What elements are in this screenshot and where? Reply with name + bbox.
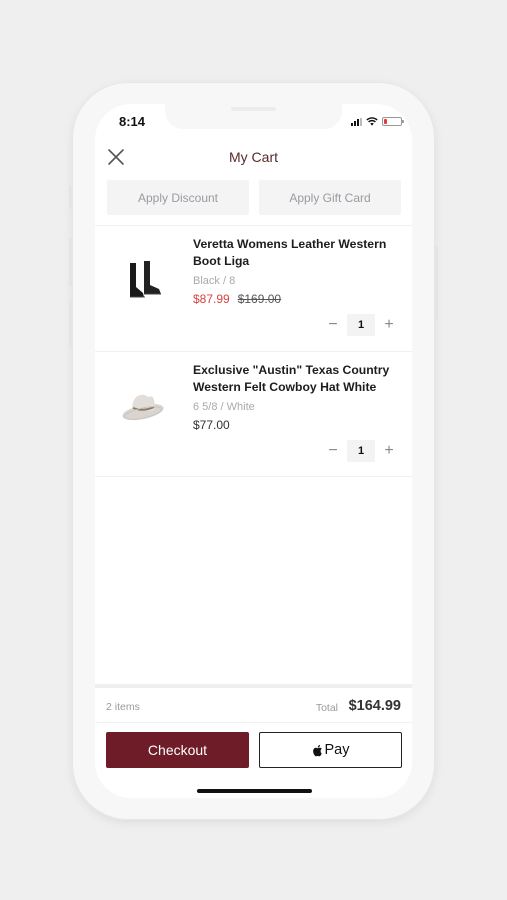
decrease-quantity-button[interactable]: − (322, 315, 344, 335)
cowboy-hat-icon[interactable] (117, 382, 169, 428)
power-button (435, 246, 438, 320)
original-price: $169.00 (237, 292, 282, 306)
quantity-value[interactable]: 1 (347, 440, 375, 462)
cart-item: Veretta Womens Leather Western Boot Liga… (95, 225, 412, 351)
cellular-signal-icon (351, 117, 362, 126)
apple-pay-label: Pay (324, 742, 350, 758)
speaker (231, 107, 276, 111)
volume-down-button (69, 300, 72, 348)
page-title: My Cart (229, 149, 278, 165)
status-icons (351, 117, 404, 126)
item-variant: 6 5/8 / White (193, 401, 255, 413)
wifi-icon (366, 117, 378, 126)
boots-icon[interactable] (117, 256, 169, 302)
notch (165, 104, 342, 129)
footer-divider (95, 684, 412, 688)
increase-quantity-button[interactable]: + (378, 441, 400, 461)
item-variant: Black / 8 (193, 275, 236, 287)
item-price: $77.00 (193, 418, 230, 432)
item-name[interactable]: Veretta Womens Leather Western Boot Liga (193, 236, 405, 270)
apply-discount-button[interactable]: Apply Discount (107, 180, 249, 215)
item-count: 2 items (106, 701, 140, 713)
volume-up-button (69, 238, 72, 286)
app-screen: 8:14 My Cart Apply Discount Apply Gift C… (95, 104, 412, 798)
price-row: $87.99 $169.00 (193, 292, 281, 306)
home-indicator (197, 789, 312, 793)
item-name[interactable]: Exclusive "Austin" Texas Country Western… (193, 362, 405, 396)
price-row: $77.00 (193, 418, 230, 432)
battery-icon (382, 117, 404, 126)
quantity-value[interactable]: 1 (347, 314, 375, 336)
total-label: Total (315, 702, 338, 714)
checkout-button[interactable]: Checkout (106, 732, 249, 768)
footer-separator (95, 722, 412, 723)
decrease-quantity-button[interactable]: − (322, 441, 344, 461)
increase-quantity-button[interactable]: + (378, 315, 400, 335)
cart-item: Exclusive "Austin" Texas Country Western… (95, 351, 412, 477)
quantity-stepper: − 1 + (322, 440, 400, 462)
apple-pay-button[interactable]: Pay (259, 732, 402, 768)
apply-gift-card-button[interactable]: Apply Gift Card (259, 180, 401, 215)
sale-price: $87.99 (193, 292, 230, 306)
status-time: 8:14 (119, 114, 146, 129)
quantity-stepper: − 1 + (322, 314, 400, 336)
mute-switch (69, 185, 72, 209)
apple-icon (312, 744, 322, 756)
total-value: $164.99 (348, 698, 401, 714)
battery-level (384, 119, 387, 124)
